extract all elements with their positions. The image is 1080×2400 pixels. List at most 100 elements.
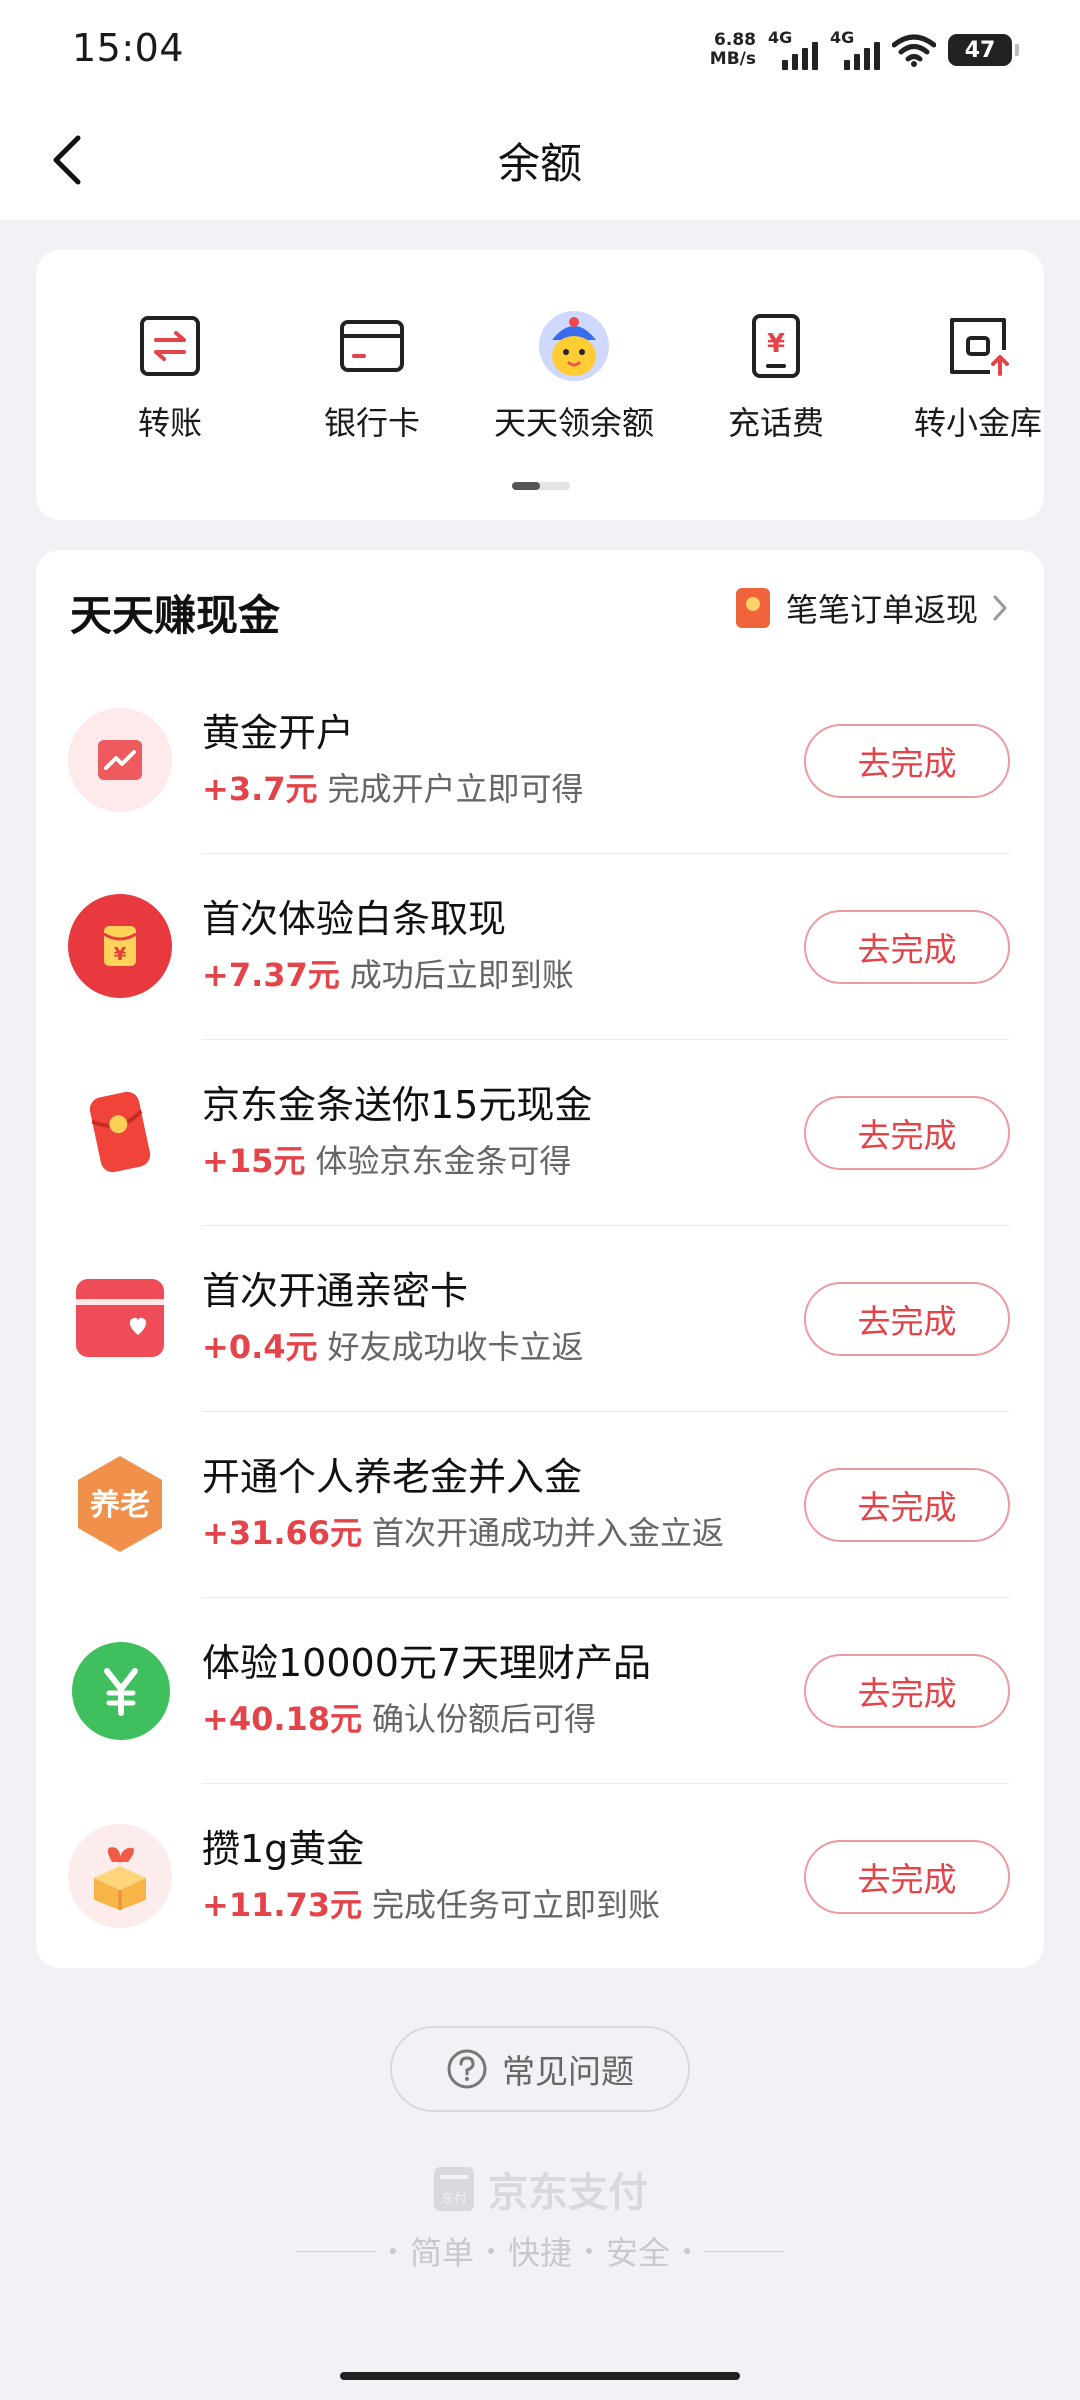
gift-box-icon [68,1824,172,1928]
question-icon [447,2049,487,2089]
net-speed-value: 6.88 [714,30,756,50]
svg-text:¥: ¥ [767,329,785,359]
quick-actions-card: 转账 银行卡 天天领余额 ¥ 充话费 转小金库 [36,250,1044,520]
brand-footer: 东付 京东支付 简单 快捷 安全 [0,2160,1080,2274]
status-indicators: 6.88 MB/s 4G 4G 47 [710,22,1019,78]
slogan-word: 简单 [409,2234,474,2272]
quick-action-phone-recharge[interactable]: ¥ 充话费 [681,310,871,442]
order-cashback-link[interactable]: 笔笔订单返现 [734,580,1008,636]
slogan-word: 安全 [606,2234,671,2272]
quick-action-label: 充话费 [727,404,824,442]
quick-action-vault-transfer[interactable]: 转小金库 [883,310,1073,442]
yen-icon [72,1642,170,1740]
slogan-word: 快捷 [507,2234,572,2272]
quick-action-label: 转小金库 [913,404,1042,442]
nav-header: 余额 [0,100,1080,220]
task-item: 体验10000元7天理财产品 +40.18元 确认份额后可得 去完成 [36,1598,1044,1784]
net-speed-unit: MB/s [709,49,756,69]
status-time: 15:04 [72,26,185,70]
task-reward: +3.7元 [202,770,318,808]
task-subtitle: +7.37元 成功后立即到账 [202,950,574,996]
quick-action-label: 银行卡 [323,404,420,442]
task-item: ¥ 首次体验白条取现 +7.37元 成功后立即到账 去完成 [36,854,1044,1040]
status-bar: 15:04 6.88 MB/s 4G 4G 47 [0,0,1080,100]
task-item: 养老 开通个人养老金并入金 +31.66元 首次开通成功并入金立返 去完成 [36,1412,1044,1598]
svg-text:¥: ¥ [114,944,127,965]
task-item: 攒1g黄金 +11.73元 完成任务可立即到账 去完成 [36,1784,1044,1970]
task-reward: +11.73元 [202,1886,363,1924]
task-item: 首次开通亲密卡 +0.4元 好友成功收卡立返 去完成 [36,1226,1044,1412]
task-subtitle: +3.7元 完成开户立即可得 [202,764,584,810]
task-reward: +40.18元 [202,1700,363,1738]
go-complete-button[interactable]: 去完成 [804,1654,1010,1728]
task-desc: 完成任务可立即到账 [372,1886,661,1924]
transfer-icon [134,310,206,382]
task-subtitle: +0.4元 好友成功收卡立返 [202,1322,584,1368]
battery-level: 47 [964,37,996,63]
mascot-icon [538,310,610,382]
cashback-icon [735,588,770,628]
go-complete-button[interactable]: 去完成 [804,1840,1010,1914]
task-title: 首次体验白条取现 [202,897,507,941]
gold-chart-icon [68,708,172,812]
faq-button[interactable]: 常见问题 [390,2026,690,2112]
task-subtitle: +11.73元 完成任务可立即到账 [202,1880,660,1926]
quick-action-transfer[interactable]: 转账 [75,310,265,442]
brand-slogan: 简单 快捷 安全 [0,2228,1080,2274]
quick-action-label: 天天领余额 [493,404,654,442]
task-subtitle: +15元 体验京东金条可得 [202,1136,571,1182]
red-envelope-icon: ¥ [68,894,172,998]
task-subtitle: +40.18元 确认份额后可得 [202,1694,596,1740]
task-item: 黄金开户 +3.7元 完成开户立即可得 去完成 [36,668,1044,854]
daily-cash-tasks-card: 天天赚现金 笔笔订单返现 黄金开户 +3.7元 完成开户立即可得 去完成 ¥ 首… [36,550,1044,1968]
battery-icon: 47 [948,34,1019,66]
task-title: 首次开通亲密卡 [202,1269,469,1313]
signal-icon: 4G [830,28,880,72]
section-title: 天天赚现金 [70,591,281,640]
jd-pay-logo-text: 东付 [441,2192,467,2207]
bank-card-icon [336,310,408,382]
page-title: 余额 [497,139,582,188]
task-desc: 确认份额后可得 [372,1700,597,1738]
task-title: 体验10000元7天理财产品 [202,1641,652,1685]
task-item: 京东金条送你15元现金 +15元 体验京东金条可得 去完成 [36,1040,1044,1226]
quick-actions-row: 转账 银行卡 天天领余额 ¥ 充话费 转小金库 [36,310,1044,442]
pension-icon: 养老 [68,1452,172,1556]
task-title: 京东金条送你15元现金 [202,1083,593,1127]
go-complete-button[interactable]: 去完成 [804,1468,1010,1542]
quick-action-daily-balance[interactable]: 天天领余额 [479,310,669,442]
task-reward: +7.37元 [202,956,340,994]
task-desc: 成功后立即到账 [349,956,574,994]
task-subtitle: +31.66元 首次开通成功并入金立返 [202,1508,724,1554]
task-title: 黄金开户 [202,711,355,755]
go-complete-button[interactable]: 去完成 [804,1282,1010,1356]
brand-name: 京东支付 [488,2170,648,2216]
task-reward: +15元 [202,1142,306,1180]
network-speed: 6.88 MB/s [710,31,756,69]
quick-action-label: 转账 [137,404,202,442]
pension-icon-text: 养老 [90,1488,150,1523]
heart-card-icon [68,1266,172,1370]
cashback-label: 笔笔订单返现 [785,591,978,629]
task-desc: 体验京东金条可得 [315,1142,572,1180]
jd-pay-logo-icon: 东付 [434,2167,474,2211]
go-complete-button[interactable]: 去完成 [804,910,1010,984]
chevron-right-icon [993,595,1007,621]
task-title: 攒1g黄金 [202,1827,365,1871]
home-indicator[interactable] [340,2372,740,2380]
task-reward: +0.4元 [202,1328,318,1366]
task-desc: 首次开通成功并入金立返 [372,1514,725,1552]
task-title: 开通个人养老金并入金 [202,1455,583,1499]
gold-bar-envelope-icon [68,1080,172,1184]
signal-icon: 4G [768,28,818,72]
vault-transfer-icon [942,310,1014,382]
go-complete-button[interactable]: 去完成 [804,724,1010,798]
task-reward: +31.66元 [202,1514,363,1552]
phone-recharge-icon: ¥ [740,310,812,382]
page-indicator [512,482,570,490]
wifi-icon [892,34,936,67]
task-desc: 完成开户立即可得 [327,770,584,808]
quick-action-bank-card[interactable]: 银行卡 [277,310,467,442]
go-complete-button[interactable]: 去完成 [804,1096,1010,1170]
faq-label: 常见问题 [502,2052,634,2091]
